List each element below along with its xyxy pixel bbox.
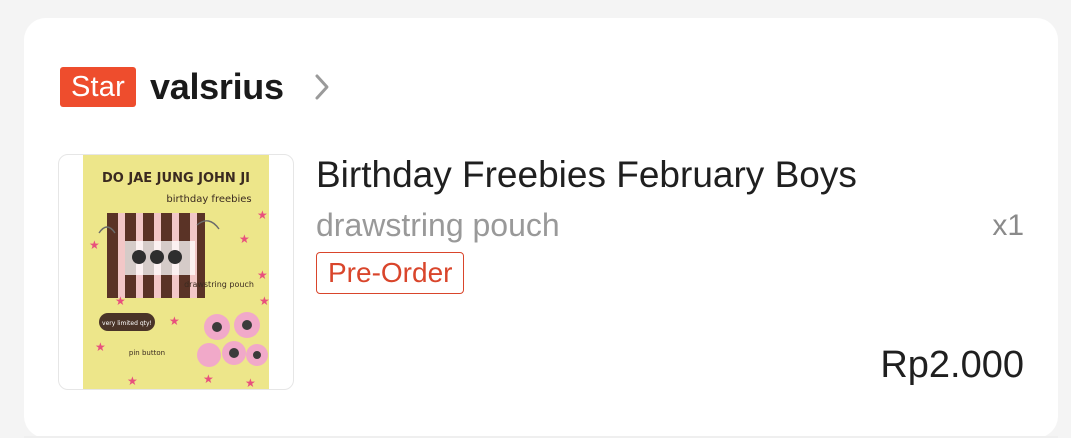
chevron-right-icon[interactable] — [314, 73, 330, 101]
svg-text:★: ★ — [127, 374, 138, 388]
svg-text:★: ★ — [259, 294, 270, 308]
preorder-tag: Pre-Order — [316, 252, 465, 294]
shop-header[interactable]: Star valsrius — [60, 66, 330, 108]
svg-text:★: ★ — [169, 314, 180, 328]
product-quantity: x1 — [992, 209, 1024, 242]
image-subheader-text: birthday freebies — [166, 194, 251, 205]
product-title[interactable]: Birthday Freebies February Boys — [316, 154, 857, 196]
image-pill-label: very limited qty! — [102, 320, 152, 327]
svg-text:★: ★ — [257, 208, 268, 222]
product-variant: drawstring pouch — [316, 207, 560, 243]
order-item-card: Star valsrius DO JAE JUNG JOHN JI birthd… — [24, 18, 1058, 438]
image-header-text: DO JAE JUNG JOHN JI — [102, 171, 250, 186]
svg-text:★: ★ — [203, 372, 214, 386]
image-pouch-label: drawstring pouch — [184, 280, 254, 289]
image-pin-label: pin button — [129, 349, 165, 357]
product-image: DO JAE JUNG JOHN JI birthday freebies dr… — [83, 155, 270, 389]
product-thumbnail[interactable]: DO JAE JUNG JOHN JI birthday freebies dr… — [58, 154, 294, 390]
svg-text:★: ★ — [245, 376, 256, 389]
shop-name[interactable]: valsrius — [150, 66, 284, 108]
svg-text:★: ★ — [115, 294, 126, 308]
svg-text:★: ★ — [239, 232, 250, 246]
product-price: Rp2.000 — [880, 344, 1024, 386]
star-seller-badge: Star — [60, 67, 136, 107]
svg-text:★: ★ — [89, 238, 100, 252]
svg-text:★: ★ — [95, 340, 106, 354]
svg-text:★: ★ — [257, 268, 268, 282]
